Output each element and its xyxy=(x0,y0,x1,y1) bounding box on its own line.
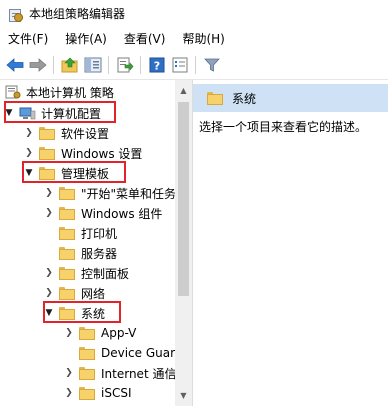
folder-icon xyxy=(59,186,75,200)
title-bar: 本地组策略编辑器 xyxy=(0,0,388,27)
tree-item-app-v[interactable]: ❯ App-V xyxy=(63,323,136,343)
folder-icon xyxy=(79,366,95,380)
scroll-up-icon[interactable]: ▲ xyxy=(175,82,192,99)
chevron-right-icon[interactable]: ❯ xyxy=(63,327,75,339)
tree-item-label: App-V xyxy=(101,326,137,340)
details-pane[interactable]: 系统 选择一个项目来查看它的描述。 xyxy=(193,80,388,406)
folder-icon xyxy=(79,326,95,340)
show-hide-tree-icon[interactable] xyxy=(82,54,104,76)
highlight-box-admin-templates xyxy=(22,161,126,183)
tree-root[interactable]: 本地计算机 策略 xyxy=(5,82,114,102)
menu-view[interactable]: 查看(V) xyxy=(115,27,174,51)
chevron-right-icon[interactable]: ❯ xyxy=(23,127,35,139)
scrollbar-thumb[interactable] xyxy=(178,102,189,296)
tree-item-label: "开始"菜单和任务 xyxy=(81,186,177,201)
properties-icon[interactable] xyxy=(169,54,191,76)
details-header-title: 系统 xyxy=(232,91,257,106)
folder-icon xyxy=(79,386,95,400)
folder-icon xyxy=(39,146,55,160)
tree-item-label: iSCSI xyxy=(101,386,132,400)
folder-icon xyxy=(39,126,55,140)
up-folder-icon[interactable] xyxy=(59,54,81,76)
forward-arrow-icon[interactable] xyxy=(27,54,49,76)
menu-file[interactable]: 文件(F) xyxy=(0,27,56,51)
tree-item-label: 服务器 xyxy=(81,246,118,261)
folder-icon xyxy=(59,206,75,220)
tree-item-printers[interactable]: 打印机 xyxy=(43,223,117,243)
chevron-right-icon[interactable]: ❯ xyxy=(63,367,75,379)
highlight-box-system xyxy=(43,301,121,323)
toolbar-separator xyxy=(108,56,109,74)
menu-bar: 文件(F) 操作(A) 查看(V) 帮助(H) xyxy=(0,27,388,51)
folder-icon xyxy=(207,91,223,105)
chevron-right-icon[interactable]: ❯ xyxy=(43,187,55,199)
tree-item-label: Internet 通信 xyxy=(101,366,177,381)
chevron-placeholder xyxy=(63,347,75,359)
menu-help[interactable]: 帮助(H) xyxy=(173,27,232,51)
tree-item-label: Windows 组件 xyxy=(81,206,163,221)
tree-item-label: Windows 设置 xyxy=(61,146,143,161)
tree-item-start-menu[interactable]: ❯ "开始"菜单和任务 xyxy=(43,183,176,203)
tree-item-server[interactable]: 服务器 xyxy=(43,243,117,263)
menu-action[interactable]: 操作(A) xyxy=(56,27,115,51)
tree-item-windows-settings[interactable]: ❯ Windows 设置 xyxy=(23,143,142,163)
details-header: 系统 xyxy=(193,84,388,112)
tree-item-windows-components[interactable]: ❯ Windows 组件 xyxy=(43,203,162,223)
folder-icon xyxy=(59,266,75,280)
chevron-right-icon[interactable]: ❯ xyxy=(43,207,55,219)
computer-policy-icon xyxy=(5,85,21,99)
policy-editor-icon xyxy=(8,7,23,22)
tree-item-control-panel[interactable]: ❯ 控制面板 xyxy=(43,263,129,283)
toolbar: ? xyxy=(0,51,388,80)
tree-item-label: 打印机 xyxy=(81,226,118,241)
tree-root-label: 本地计算机 策略 xyxy=(26,85,114,100)
tree-scrollbar[interactable]: ▲ ▼ xyxy=(175,80,192,406)
details-description: 选择一个项目来查看它的描述。 xyxy=(199,120,368,134)
chevron-placeholder xyxy=(43,247,55,259)
highlight-box-computer-config xyxy=(4,101,116,123)
tree-item-device-guard[interactable]: Device Guard xyxy=(63,343,182,363)
filter-icon[interactable] xyxy=(201,54,223,76)
tree-item-network[interactable]: ❯ 网络 xyxy=(43,283,105,303)
tree-item-internet-comm[interactable]: ❯ Internet 通信 xyxy=(63,363,176,383)
folder-icon xyxy=(79,346,95,360)
scroll-down-icon[interactable]: ▼ xyxy=(175,387,192,404)
tree-item-label: 网络 xyxy=(81,286,106,301)
chevron-right-icon[interactable]: ❯ xyxy=(23,147,35,159)
export-list-icon[interactable] xyxy=(114,54,136,76)
tree-item-label: 控制面板 xyxy=(81,266,130,281)
help-icon[interactable]: ? xyxy=(146,54,168,76)
toolbar-separator xyxy=(53,56,54,74)
svg-text:?: ? xyxy=(154,60,160,73)
folder-icon xyxy=(59,246,75,260)
chevron-right-icon[interactable]: ❯ xyxy=(43,267,55,279)
toolbar-separator xyxy=(195,56,196,74)
window-title: 本地组策略编辑器 xyxy=(29,7,126,21)
tree-pane[interactable]: 本地计算机 策略 ▼ 计算机配置 ❯ 软件设置 ❯ Windows 设置 ▼ 管… xyxy=(0,80,193,406)
tree-item-software-settings[interactable]: ❯ 软件设置 xyxy=(23,123,109,143)
folder-icon xyxy=(59,226,75,240)
back-arrow-icon[interactable] xyxy=(4,54,26,76)
chevron-placeholder xyxy=(43,227,55,239)
tree-item-label: 软件设置 xyxy=(61,126,110,141)
chevron-right-icon[interactable]: ❯ xyxy=(43,287,55,299)
tree-item-label: Device Guard xyxy=(101,346,183,360)
folder-icon xyxy=(59,286,75,300)
chevron-right-icon[interactable]: ❯ xyxy=(63,387,75,399)
toolbar-separator xyxy=(140,56,141,74)
tree-item-iscsi[interactable]: ❯ iSCSI xyxy=(63,383,132,403)
